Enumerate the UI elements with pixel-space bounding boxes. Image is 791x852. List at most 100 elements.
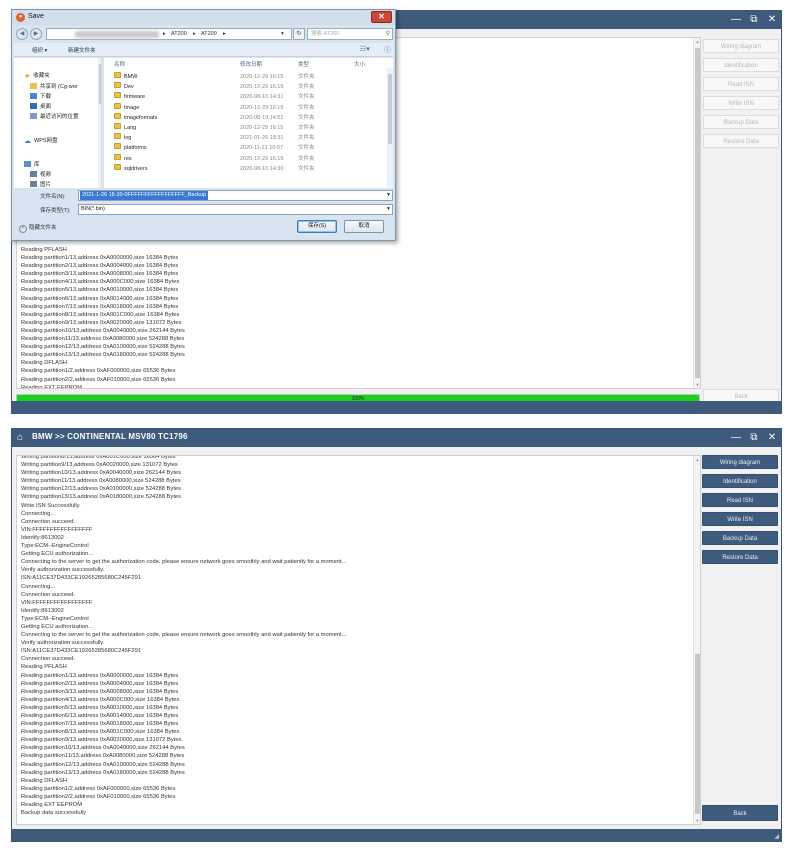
forward-arrow-icon[interactable]: ▶ — [30, 28, 42, 40]
help-icon[interactable]: ⓘ — [384, 45, 391, 55]
column-size[interactable]: 大小 — [354, 60, 365, 68]
scroll-thumb[interactable] — [695, 48, 700, 378]
file-row[interactable]: res 2020-12-29 16:15 文件夹 — [104, 153, 387, 164]
file-row[interactable]: imageformats 2020-08-10 14:51 文件夹 — [104, 112, 387, 123]
address-bar[interactable]: ▸ AT200 ▸ AT200 ▸ ▾ — [46, 28, 292, 40]
dialog-close-button[interactable]: ✕ — [371, 11, 392, 23]
file-type: 文件夹 — [298, 165, 315, 172]
file-row[interactable]: sqldrivers 2020-08-10 14:30 文件夹 — [104, 163, 387, 174]
bottom-statusbar: ◢ — [12, 829, 781, 841]
nav-label: 图片 — [40, 182, 52, 188]
wiring-diagram-button[interactable]: Wiring diagram — [703, 39, 779, 53]
nav-downloads[interactable]: 下载 — [30, 93, 51, 102]
file-date: 2020-08-10 14:30 — [240, 165, 284, 172]
path-separator: ▸ — [223, 31, 226, 37]
scroll-down-icon[interactable]: ▼ — [694, 381, 700, 388]
file-row[interactable]: Image 2020-12-29 16:15 文件夹 — [104, 102, 387, 113]
chevron-down-icon[interactable]: ▼ — [386, 191, 391, 200]
log-line: Verify authorization successfully. — [21, 640, 105, 647]
top-log-scrollbar[interactable]: ▲ ▼ — [693, 38, 700, 388]
log-line: Connection succeed. — [21, 518, 76, 525]
search-placeholder: 搜索 AT200 — [311, 31, 340, 37]
backup-data-button[interactable]: Backup Data — [702, 531, 778, 545]
log-line: Reading partition1/2,address 0xAF000000,… — [21, 785, 176, 792]
column-name[interactable]: 名称 — [114, 60, 125, 68]
view-options-icon[interactable]: ☷▾ — [360, 45, 370, 53]
save-button[interactable]: 保存(S) — [297, 220, 337, 233]
minimize-button[interactable]: — — [729, 431, 743, 444]
filetype-select[interactable]: BIN(*.bin) ▼ — [78, 204, 393, 215]
column-date[interactable]: 修改日期 — [240, 60, 262, 68]
scroll-up-icon[interactable]: ▲ — [694, 38, 700, 45]
maximize-button[interactable]: ⧉ — [747, 13, 761, 26]
nav-scrollbar[interactable] — [98, 58, 101, 188]
log-line: Reading partition11/13,address 0xA008000… — [21, 753, 185, 760]
file-row[interactable]: log 2021-01-26 18:31 文件夹 — [104, 133, 387, 143]
folder-icon — [30, 113, 37, 119]
identification-button[interactable]: Identification — [702, 474, 778, 488]
minimize-button[interactable]: — — [729, 13, 743, 26]
identification-button[interactable]: Identification — [703, 58, 779, 72]
maximize-button[interactable]: ⧉ — [747, 431, 761, 444]
log-line: Reading partition6/13,address 0xA0014000… — [21, 295, 179, 302]
filename-input[interactable]: 2021-1-26 18-30-0FFFFFFFFFFFFFFFFF_Backu… — [78, 190, 393, 201]
home-icon[interactable]: ⌂ — [17, 432, 28, 443]
file-row[interactable]: BMW 2020-12-29 16:15 文件夹 — [104, 72, 387, 82]
folder-icon — [114, 153, 121, 160]
organize-menu[interactable]: 组织 ▾ — [32, 46, 47, 54]
resize-grip-icon[interactable]: ◢ — [774, 833, 779, 840]
scroll-thumb[interactable] — [695, 654, 700, 814]
cancel-button[interactable]: 取消 — [344, 220, 384, 233]
nav-recent[interactable]: 最近访问的位置 — [30, 113, 79, 122]
file-scroll-thumb[interactable] — [388, 74, 392, 144]
column-type[interactable]: 类型 — [298, 60, 309, 68]
wiring-diagram-button[interactable]: Wiring diagram — [702, 455, 778, 469]
nav-desktop[interactable]: 桌面 — [30, 103, 51, 112]
scroll-up-icon[interactable]: ▲ — [694, 456, 700, 463]
nav-favorites[interactable]: ★ 收藏夹 — [24, 72, 50, 81]
read-isn-button[interactable]: Read ISN — [702, 493, 778, 507]
read-isn-button[interactable]: Read ISN — [703, 77, 779, 91]
log-line: Reading partition6/13,address 0xA0014000… — [21, 713, 179, 719]
log-line: VIN:FFFFFFFFFFFFFFFFF — [21, 526, 93, 533]
nav-pictures[interactable]: 图片 — [30, 181, 51, 188]
nav-videos[interactable]: 视频 — [30, 171, 51, 180]
folder-icon — [114, 72, 121, 78]
nav-shared[interactable]: 共享到 (Cg-wor — [30, 83, 78, 92]
scroll-down-icon[interactable]: ▼ — [694, 817, 700, 824]
address-dropdown-icon[interactable]: ▾ — [281, 29, 284, 39]
file-type: 文件夹 — [298, 125, 315, 131]
write-isn-button[interactable]: Write ISN — [702, 512, 778, 526]
back-arrow-icon[interactable]: ◀ — [16, 28, 28, 40]
file-name: firmware — [124, 94, 146, 101]
file-scrollbar[interactable] — [387, 68, 393, 188]
nav-library[interactable]: 库 — [24, 161, 40, 170]
refresh-icon[interactable]: ↻ — [293, 28, 305, 40]
file-row[interactable]: Dev 2020-12-29 16:15 文件夹 — [104, 82, 387, 92]
backup-data-button[interactable]: Backup Data — [703, 115, 779, 129]
restore-data-button[interactable]: Restore Data — [703, 134, 779, 148]
search-icon[interactable]: ⚲ — [386, 29, 390, 39]
bottom-log-panel[interactable]: Writing partition8/13,address 0xA001C000… — [16, 455, 701, 825]
bottom-log-scrollbar[interactable]: ▲ ▼ — [693, 456, 700, 824]
write-isn-button[interactable]: Write ISN — [703, 96, 779, 110]
back-button[interactable]: Back — [702, 805, 778, 821]
restore-data-button[interactable]: Restore Data — [702, 550, 778, 564]
search-input[interactable]: 搜索 AT200 ⚲ — [307, 28, 393, 40]
path-segment[interactable]: AT200 — [201, 29, 217, 39]
chevron-down-icon[interactable]: ▼ — [386, 205, 391, 214]
hide-folders-toggle[interactable]: ⌃ 隐藏文件夹 — [19, 223, 57, 233]
close-button[interactable]: ✕ — [765, 13, 779, 26]
file-row[interactable]: firmware 2020-08-10 14:31 文件夹 — [104, 92, 387, 102]
nav-scroll-thumb[interactable] — [99, 64, 101, 104]
nav-wps-cloud[interactable]: ☁ WPS网盘 — [24, 137, 58, 146]
new-folder-button[interactable]: 新建文件夹 — [68, 46, 96, 54]
file-row[interactable]: platforms 2020-11-21 10:07 文件夹 — [104, 143, 387, 153]
file-type: 文件夹 — [298, 155, 315, 162]
path-segment[interactable]: AT200 — [171, 29, 187, 39]
folder-icon — [114, 143, 121, 150]
file-row[interactable]: Lang 2020-12-29 16:15 文件夹 — [104, 123, 387, 133]
close-button[interactable]: ✕ — [765, 431, 779, 444]
dialog-toolbar: 组织 ▾ 新建文件夹 ☷▾ ⓘ — [14, 43, 393, 57]
file-date: 2020-12-29 16:15 — [240, 104, 284, 111]
